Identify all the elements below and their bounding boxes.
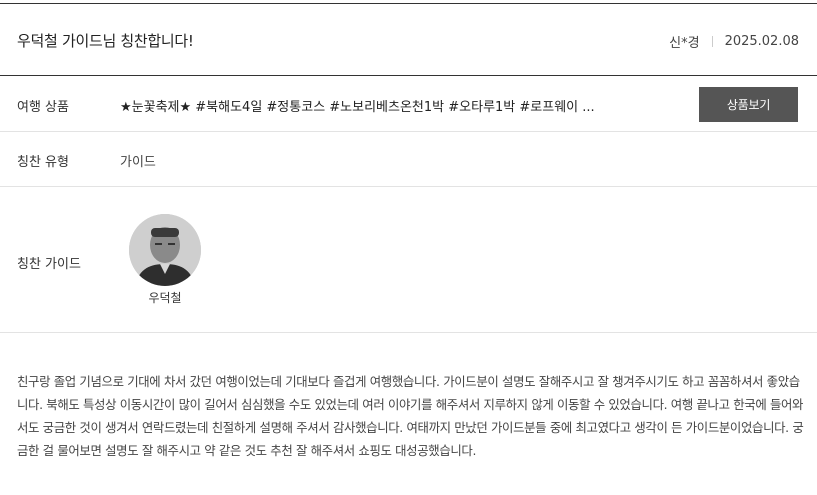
post-title: 우덕철 가이드님 칭찬합니다! xyxy=(17,32,194,50)
guide-name: 우덕철 xyxy=(148,291,182,305)
review-text: 친구랑 졸업 기념으로 기대에 차서 갔던 여행이었는데 기대보다 즐겁게 여행… xyxy=(17,374,804,458)
view-product-button[interactable]: 상품보기 xyxy=(699,87,798,122)
praise-guide-label: 칭찬 가이드 xyxy=(17,257,81,272)
author-name: 신*경 xyxy=(669,36,700,51)
guide-photo-icon xyxy=(129,214,201,286)
title-row: 우덕철 가이드님 칭찬합니다! 신*경 2025.02.08 xyxy=(0,4,817,76)
product-name[interactable]: ★눈꽃축제★ #북해도4일 #정통코스 #노보리베츠온천1박 #오타루1박 #로… xyxy=(120,96,680,115)
review-detail: 우덕철 가이드님 칭찬합니다! 신*경 2025.02.08 여행 상품 ★눈꽃… xyxy=(0,0,817,495)
post-meta: 신*경 2025.02.08 xyxy=(669,32,799,51)
product-label: 여행 상품 xyxy=(17,100,69,115)
praise-guide-row: 칭찬 가이드 우덕철 xyxy=(0,187,817,333)
meta-separator xyxy=(711,36,713,47)
post-date: 2025.02.08 xyxy=(724,34,799,49)
praise-type-label: 칭찬 유형 xyxy=(17,155,69,170)
praise-type-row: 칭찬 유형 가이드 xyxy=(0,132,817,187)
guide-avatar xyxy=(129,214,201,286)
praise-type-value: 가이드 xyxy=(120,155,156,170)
product-row: 여행 상품 ★눈꽃축제★ #북해도4일 #정통코스 #노보리베츠온천1박 #오타… xyxy=(0,76,817,132)
